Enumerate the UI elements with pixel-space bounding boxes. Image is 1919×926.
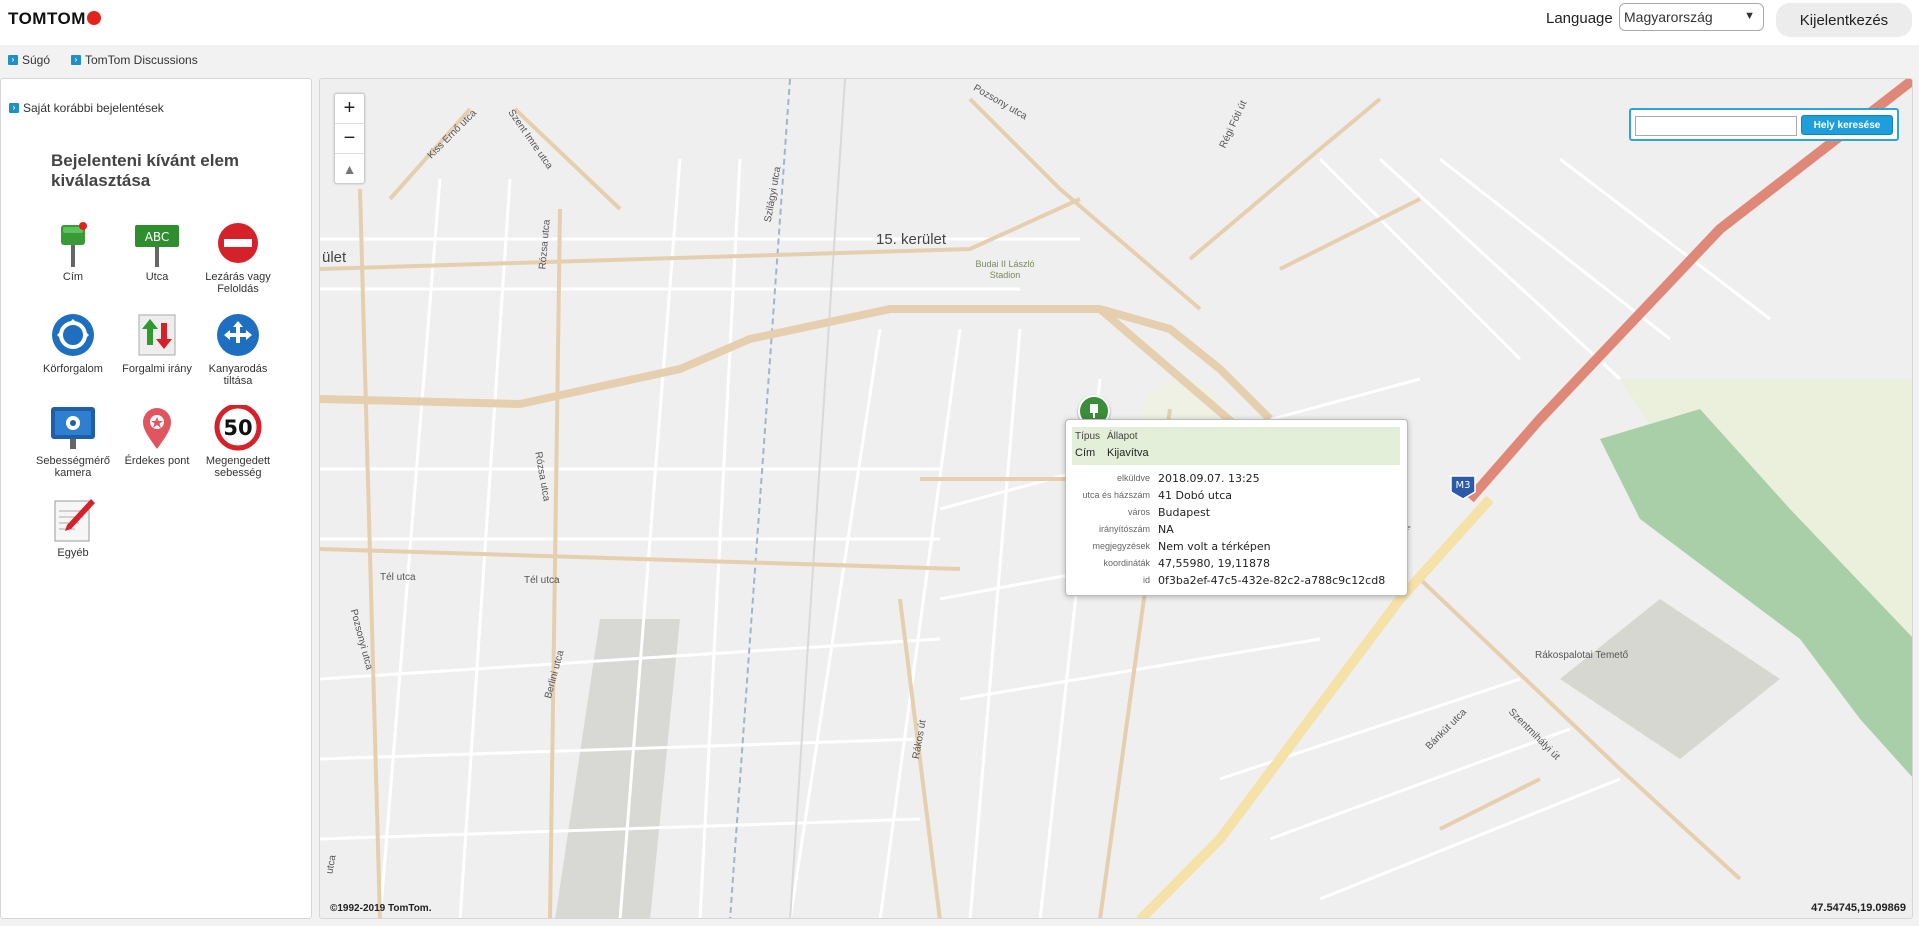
highway-shield-icon: M3	[1449, 474, 1477, 500]
dropdown-caret-icon: ▼	[1744, 10, 1755, 22]
place-search-button[interactable]: Hely keresése	[1801, 115, 1893, 135]
chevron-right-icon: ›	[71, 55, 81, 65]
tile-label: Egyéb	[57, 547, 89, 559]
compass-reset-button[interactable]: ▲	[335, 154, 364, 183]
speed-limit-icon: 50	[214, 403, 262, 453]
detail-value: 47,55980, 19,11878	[1158, 557, 1270, 570]
detail-label: id	[1142, 575, 1150, 585]
tile-label: Forgalmi irány	[122, 363, 192, 375]
map-label-district-left: ület	[322, 249, 347, 266]
logout-button[interactable]: Kijelentkezés	[1776, 3, 1912, 37]
detail-row: megjegyzések Nem volt a térképen	[1066, 540, 1407, 557]
map-label-cemetery: Rákospalotai Temető	[1535, 650, 1629, 661]
map-label-stadium: Budai II László Stadion	[975, 259, 1035, 280]
discussions-link-label: TomTom Discussions	[85, 53, 198, 67]
turn-restriction-icon	[214, 313, 262, 361]
detail-label: irányítószám	[1098, 524, 1150, 534]
detail-row: elküldve 2018.09.07. 13:25	[1066, 472, 1407, 489]
traffic-direction-icon	[133, 313, 181, 361]
detail-row: koordináták 47,55980, 19,11878	[1066, 557, 1407, 574]
tile-other[interactable]: Egyéb	[28, 497, 118, 559]
sidebar-heading: Bejelenteni kívánt elem kiválasztása	[51, 151, 240, 190]
tile-label: Sebességmérő kamera	[36, 455, 110, 479]
language-label: Language	[1546, 10, 1613, 27]
detail-row: utca és házszám 41 Dobó utca	[1066, 489, 1407, 506]
detail-label: város	[1127, 507, 1150, 517]
status-header: Állapot	[1107, 431, 1138, 442]
svg-text:M3: M3	[1456, 480, 1471, 491]
zoom-out-button[interactable]: −	[335, 124, 364, 154]
chevron-right-icon: ›	[8, 55, 18, 65]
status-value: Kijavítva	[1107, 447, 1149, 459]
top-bar: TOMTOM Language Magyarország ▼ Kijelentk…	[0, 0, 1919, 45]
tile-speed-camera[interactable]: Sebességmérő kamera	[28, 405, 118, 479]
logo-mark-icon	[86, 11, 101, 25]
svg-text:50: 50	[223, 416, 252, 440]
map-label-street: Tél utca	[524, 575, 560, 586]
detail-value: 2018.09.07. 13:25	[1158, 472, 1260, 485]
zoom-in-button[interactable]: +	[335, 94, 364, 124]
tile-traffic-direction[interactable]: Forgalmi irány	[112, 313, 202, 375]
map-label-district: 15. kerület	[876, 231, 947, 248]
detail-label: megjegyzések	[1092, 541, 1150, 551]
tile-turn-restriction[interactable]: Kanyarodás tiltása	[193, 313, 283, 387]
poi-pin-icon	[133, 405, 181, 453]
tile-label: Cím	[62, 271, 84, 283]
tile-poi[interactable]: Érdekes pont	[112, 405, 202, 467]
place-search-input[interactable]	[1635, 116, 1797, 136]
place-search: Hely keresése	[1629, 108, 1899, 141]
detail-label: koordináták	[1103, 558, 1150, 568]
tile-label: Megengedett sebesség	[205, 455, 271, 479]
no-entry-icon	[214, 221, 262, 269]
help-link-label: Súgó	[22, 53, 51, 67]
tile-closure[interactable]: Lezárás vagy Feloldás	[193, 221, 283, 295]
previous-reports-link[interactable]: › Saját korábbi bejelentések	[9, 101, 164, 115]
tomtom-logo[interactable]: TOMTOM	[8, 9, 101, 29]
detail-value: Budapest	[1158, 506, 1211, 519]
detail-value: 41 Dobó utca	[1158, 489, 1232, 502]
report-sidebar: › Saját korábbi bejelentések Bejelenteni …	[0, 78, 312, 919]
tile-address[interactable]: Cím	[28, 221, 118, 283]
tile-label: Körforgalom	[43, 363, 103, 375]
detail-row: város Budapest	[1066, 506, 1407, 523]
map-label-street: Tél utca	[380, 572, 416, 583]
tile-label: Kanyarodás tiltása	[208, 363, 268, 387]
report-details-popup: Típus Állapot Cím Kijavítva elküldve 201…	[1065, 419, 1408, 596]
speed-camera-icon	[49, 405, 97, 453]
detail-value: 0f3ba2ef-47c5-432e-82c2-a788c9c12cd8	[1158, 574, 1386, 587]
street-sign-icon: ABC	[133, 221, 181, 269]
detail-row: id 0f3ba2ef-47c5-432e-82c2-a788c9c12cd8	[1066, 574, 1407, 591]
detail-value: Nem volt a térképen	[1158, 540, 1271, 553]
language-selected-value: Magyarország	[1624, 9, 1713, 25]
chevron-right-icon: ›	[9, 103, 19, 113]
detail-label: utca és házszám	[1082, 490, 1150, 500]
tile-street[interactable]: ABC Utca	[112, 221, 202, 283]
map-copyright: ©1992-2019 TomTom.	[330, 903, 432, 914]
panel-splitter[interactable]	[313, 78, 318, 919]
type-header: Típus	[1075, 431, 1101, 442]
detail-row: irányítószám NA	[1066, 523, 1407, 540]
previous-reports-label: Saját korábbi bejelentések	[23, 101, 164, 115]
address-sign-icon	[49, 221, 97, 269]
type-value: Cím	[1075, 447, 1096, 459]
other-edit-icon	[49, 497, 97, 545]
tile-speed-limit[interactable]: 50 Megengedett sebesség	[193, 403, 283, 479]
zoom-controls: + − ▲	[334, 93, 365, 184]
logo-text: TOMTOM	[8, 9, 86, 28]
roundabout-icon	[49, 313, 97, 361]
detail-value: NA	[1158, 523, 1174, 536]
discussions-link[interactable]: › TomTom Discussions	[71, 53, 198, 67]
cursor-coordinates: 47.54745,19.09869	[1811, 902, 1906, 914]
svg-text:ABC: ABC	[145, 230, 170, 244]
detail-label: elküldve	[1116, 473, 1150, 483]
map-view[interactable]: 15. kerület ület Budai II László Stadion…	[319, 78, 1913, 919]
language-select[interactable]: Magyarország ▼	[1619, 3, 1764, 31]
help-link[interactable]: › Súgó	[8, 53, 50, 67]
tile-label: Érdekes pont	[124, 455, 190, 467]
tile-roundabout[interactable]: Körforgalom	[28, 313, 118, 375]
tile-label: Utca	[145, 271, 169, 283]
tile-label: Lezárás vagy Feloldás	[205, 271, 271, 295]
popup-header: Típus Állapot Cím Kijavítva	[1072, 427, 1400, 465]
